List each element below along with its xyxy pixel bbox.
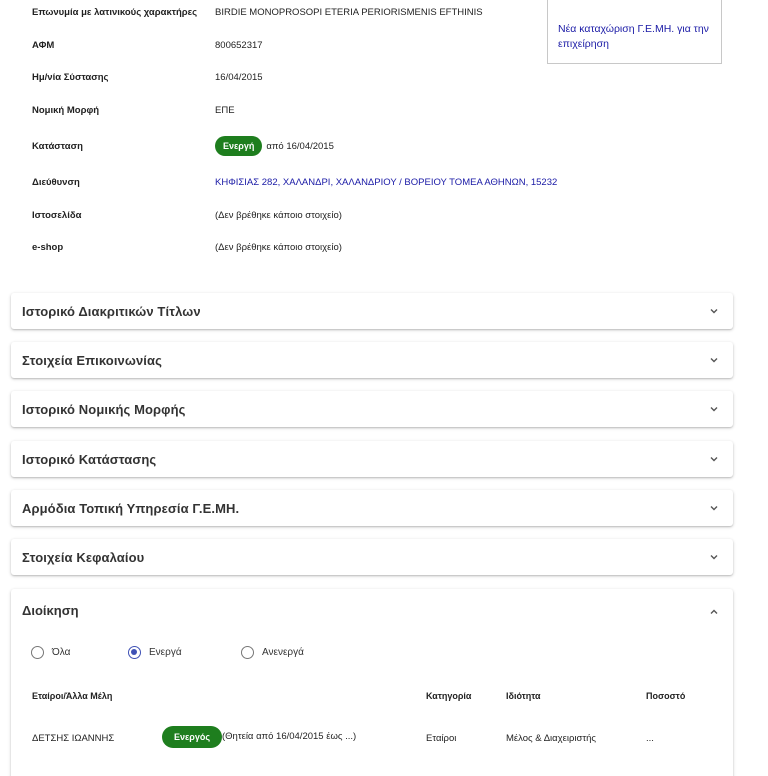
column-header-percentage: Ποσοστό bbox=[646, 691, 686, 701]
radio-label: Ανενεργά bbox=[262, 647, 304, 658]
info-value: (Δεν βρέθηκε κάποιο στοιχείο) bbox=[215, 241, 342, 253]
info-label: Νομική Μορφή bbox=[32, 104, 100, 116]
accordion-distinctive-titles-history[interactable]: Ιστορικό Διακριτικών Τίτλων bbox=[11, 293, 733, 329]
chevron-down-icon bbox=[710, 358, 718, 363]
info-label: Επωνυμία με λατινικούς χαρακτήρες bbox=[32, 6, 198, 18]
accordion-title: Ιστορικό Κατάστασης bbox=[22, 451, 157, 467]
info-label: ΑΦΜ bbox=[32, 39, 55, 51]
address-link[interactable]: ΚΗΦΙΣΙΑΣ 282, ΧΑΛΑΝΔΡΙ, ΧΑΛΑΝΔΡΙΟΥ / ΒΟΡ… bbox=[215, 177, 557, 188]
member-capacity: Μέλος & Διαχειριστής bbox=[506, 733, 596, 744]
member-status: Ενεργός bbox=[162, 726, 223, 748]
radio-label: Όλα bbox=[52, 647, 71, 658]
chevron-down-icon bbox=[710, 555, 718, 560]
accordion-local-gemi-office[interactable]: Αρμόδια Τοπική Υπηρεσία Γ.Ε.ΜΗ. bbox=[11, 490, 733, 526]
accordion-contact-info[interactable]: Στοιχεία Επικοινωνίας bbox=[11, 342, 733, 378]
filter-active-radio[interactable]: Ενεργά bbox=[128, 646, 182, 659]
info-label: Ιστοσελίδα bbox=[32, 209, 82, 221]
info-value: Ενεργή από 16/04/2015 bbox=[215, 136, 334, 156]
info-label: Ημ/νία Σύστασης bbox=[32, 71, 109, 83]
status-since: από 16/04/2015 bbox=[266, 140, 334, 152]
radio-circle bbox=[241, 646, 254, 659]
filter-inactive-radio[interactable]: Ανενεργά bbox=[241, 646, 304, 659]
info-label: Διεύθυνση bbox=[32, 176, 80, 188]
info-value: (Δεν βρέθηκε κάποιο στοιχείο) bbox=[215, 209, 342, 221]
status-badge: Ενεργή bbox=[215, 136, 263, 156]
radio-label: Ενεργά bbox=[149, 647, 182, 658]
info-label: e-shop bbox=[32, 241, 64, 253]
info-value: 800652317 bbox=[215, 39, 263, 51]
info-value: BIRDIE MONOPROSOPI ETERIA PERIORISMENIS … bbox=[215, 6, 483, 18]
member-term: (Θητεία από 16/04/2015 έως ...) bbox=[222, 731, 357, 742]
info-value: ΕΠΕ bbox=[215, 104, 235, 116]
accordion-title: Στοιχεία Επικοινωνίας bbox=[22, 352, 162, 368]
accordion-capital-info[interactable]: Στοιχεία Κεφαλαίου bbox=[11, 539, 733, 575]
accordion-legal-form-history[interactable]: Ιστορικό Νομικής Μορφής bbox=[11, 391, 733, 427]
column-header-category: Κατηγορία bbox=[426, 691, 472, 701]
column-header-capacity: Ιδιότητα bbox=[506, 691, 541, 701]
chevron-down-icon bbox=[710, 309, 718, 314]
info-label: Κατάσταση bbox=[32, 140, 83, 152]
accordion-status-history[interactable]: Ιστορικό Κατάστασης bbox=[11, 441, 733, 477]
member-name: ΔΕΤΣΗΣ ΙΩΑΝΝΗΣ bbox=[32, 733, 115, 744]
radio-circle bbox=[128, 646, 141, 659]
chevron-down-icon bbox=[710, 506, 718, 511]
column-header-members: Εταίροι/Άλλα Μέλη bbox=[32, 691, 113, 701]
chevron-up-icon[interactable] bbox=[709, 607, 719, 617]
new-registration-card: Νέα καταχώριση Γ.Ε.ΜΗ. για την επιχείρησ… bbox=[547, 0, 722, 64]
accordion-title: Ιστορικό Διακριτικών Τίτλων bbox=[22, 303, 201, 319]
info-value: 16/04/2015 bbox=[215, 71, 263, 83]
new-registration-link[interactable]: Νέα καταχώριση Γ.Ε.ΜΗ. για την επιχείρησ… bbox=[558, 22, 711, 52]
radio-circle bbox=[31, 646, 44, 659]
chevron-down-icon bbox=[710, 457, 718, 462]
member-percentage: ... bbox=[646, 733, 654, 744]
filter-all-radio[interactable]: Όλα bbox=[31, 646, 70, 659]
accordion-title: Αρμόδια Τοπική Υπηρεσία Γ.Ε.ΜΗ. bbox=[22, 500, 240, 516]
accordion-title: Ιστορικό Νομικής Μορφής bbox=[22, 401, 186, 417]
accordion-title: Στοιχεία Κεφαλαίου bbox=[22, 549, 145, 565]
member-status-badge: Ενεργός bbox=[162, 726, 223, 748]
member-category: Εταίροι bbox=[426, 733, 457, 744]
chevron-down-icon bbox=[710, 407, 718, 412]
management-title[interactable]: Διοίκηση bbox=[22, 603, 79, 618]
management-panel: Διοίκηση Όλα Ενεργά Ανενεργά Εταίροι/Άλλ… bbox=[11, 589, 733, 776]
